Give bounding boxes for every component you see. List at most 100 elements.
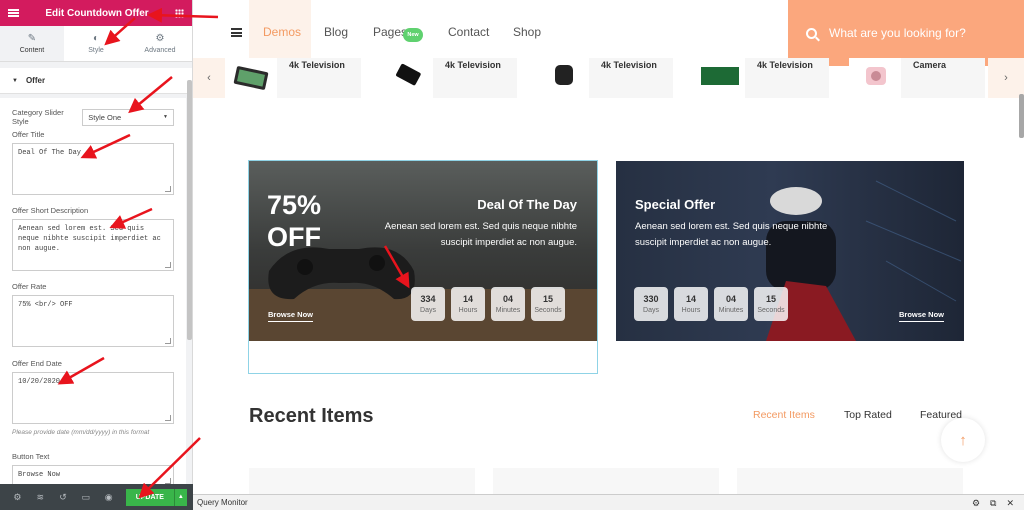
search-placeholder: What are you looking for? (829, 26, 966, 40)
offer-short-description-label: Offer Short Description (12, 206, 89, 215)
countdown-value: 04 (725, 294, 736, 304)
nav-demos[interactable]: Demos (263, 25, 301, 39)
browse-now-link[interactable]: Browse Now (898, 310, 944, 322)
nav-contact[interactable]: Contact (448, 25, 489, 39)
countdown-label: Hours (458, 307, 478, 314)
chevron-down-icon: ▼ (163, 114, 168, 120)
countdown-label: Days (643, 307, 659, 314)
layers-icon[interactable]: ≋ (29, 492, 52, 503)
banner-title: Deal Of The Day (477, 197, 577, 212)
countdown-value: 334 (420, 294, 436, 304)
offer-short-description-field[interactable]: Aenean sed lorem est. Sed quis neque nib… (12, 219, 174, 271)
page-scrollbar[interactable] (1019, 94, 1024, 138)
tab-top-rated[interactable]: Top Rated (844, 409, 892, 421)
widgets-grid-icon[interactable] (174, 8, 184, 18)
gear-icon[interactable]: ⚙ (972, 498, 980, 509)
banner-description: Aenean sed lorem est. Sed quis neque nib… (385, 219, 577, 251)
settings-icon[interactable]: ⚙ (6, 492, 29, 503)
update-options-caret[interactable]: ▲ (173, 488, 187, 506)
camera-image (849, 58, 901, 98)
category-name: 4k Television (445, 60, 501, 70)
update-button[interactable]: UPDATE (126, 488, 174, 506)
slider-prev-arrow[interactable]: ‹ (193, 58, 225, 98)
tab-style[interactable]: ◐ Style (64, 26, 128, 61)
popout-icon[interactable]: ⧉ (990, 498, 996, 509)
offer-rate-field[interactable]: 75% <br/> OFF (12, 295, 174, 347)
countdown-value: 04 (502, 294, 513, 304)
preview-eye-icon[interactable]: ◉ (97, 492, 120, 503)
responsive-icon[interactable]: ▭ (74, 492, 97, 503)
nav-blog[interactable]: Blog (324, 25, 348, 39)
television-image (693, 58, 745, 98)
tab-advanced[interactable]: ⚙ Advanced (128, 26, 192, 61)
offer-rate-label: Offer Rate (12, 282, 47, 291)
button-text-field[interactable]: Browse Now (12, 465, 174, 484)
countdown-days: 330 Days (634, 287, 668, 321)
arrow-up-icon: ↑ (959, 431, 967, 449)
special-offer-banner: Special Offer Aenean sed lorem est. Sed … (616, 161, 964, 341)
site-header: Demos Blog Pages New Contact Shop What a… (193, 0, 1024, 66)
banner-description-line1: Aenean sed lorem est. Sed quis neque nib… (384, 221, 577, 232)
search-icon (806, 27, 817, 39)
tab-advanced-label: Advanced (144, 47, 176, 54)
countdown-value: 330 (643, 294, 659, 304)
offer-title-field[interactable]: Deal Of The Day (12, 143, 174, 195)
search-input[interactable]: What are you looking for? (788, 0, 1024, 66)
nav-shop[interactable]: Shop (513, 25, 541, 39)
category-slider-style-value: Style One (88, 112, 122, 122)
phone-image (381, 58, 433, 98)
recent-items-heading: Recent Items (249, 405, 374, 427)
product-card[interactable] (249, 468, 475, 494)
product-card[interactable] (493, 468, 719, 494)
tab-recent-items[interactable]: Recent Items (753, 409, 815, 421)
menu-icon[interactable] (8, 9, 19, 17)
editor-panel: Edit Countdown Offer ✎ Content ◐ Style ⚙… (0, 0, 193, 510)
countdown-label: Seconds (534, 307, 562, 314)
category-card[interactable]: 4k Television (225, 58, 361, 98)
category-card[interactable]: 4k Television (381, 58, 517, 98)
countdown-hours: 14 Hours (451, 287, 485, 321)
browse-now-link[interactable]: Browse Now (268, 310, 314, 322)
category-card[interactable]: Camera (849, 58, 985, 98)
tab-content-label: Content (19, 47, 45, 54)
countdown-minutes: 04 Minutes (714, 287, 748, 321)
countdown-label: Seconds (757, 307, 785, 314)
countdown-value: 15 (542, 294, 553, 304)
countdown-hours: 14 Hours (674, 287, 708, 321)
history-icon[interactable]: ↺ (52, 492, 75, 503)
scroll-to-top-button[interactable]: ↑ (941, 418, 985, 462)
query-monitor-label[interactable]: Query Monitor (197, 498, 248, 507)
speaker-image (537, 58, 589, 98)
panel-tabs: ✎ Content ◐ Style ⚙ Advanced (0, 26, 192, 62)
countdown-value: 15 (765, 294, 776, 304)
category-name: 4k Television (757, 60, 813, 70)
category-slider-style-control: Category Slider Style Style One ▼ (0, 104, 186, 126)
panel-scrollbar[interactable] (187, 80, 192, 340)
offer-end-date-field[interactable]: 10/20/2020 (12, 372, 174, 424)
section-offer-label: Offer (25, 76, 46, 85)
banner-title: Special Offer (635, 197, 716, 212)
tablet-image (225, 58, 277, 98)
countdown-label: Minutes (718, 307, 744, 314)
category-card[interactable]: 4k Television (693, 58, 829, 98)
countdown-label: Days (420, 307, 436, 314)
countdown-timer: 334 Days 14 Hours 04 Minutes 15 Seconds (411, 287, 565, 321)
category-slider: ‹ 4k Television 4k Television 4k Televis… (193, 58, 1024, 98)
category-card[interactable]: 4k Television (537, 58, 673, 98)
category-slider-style-select[interactable]: Style One ▼ (82, 108, 174, 126)
panel-body: Category Slider Style Style One ▼ Offer … (0, 98, 186, 484)
slider-next-arrow[interactable]: › (988, 58, 1024, 98)
close-icon[interactable]: ✕ (1006, 498, 1014, 509)
offer-rate-line1: 75% (267, 190, 322, 220)
tab-content[interactable]: ✎ Content (0, 26, 64, 61)
tab-style-label: Style (88, 47, 104, 54)
hamburger-icon[interactable] (231, 28, 242, 37)
section-offer-header[interactable]: ▼ Offer (0, 68, 192, 94)
countdown-label: Hours (681, 307, 701, 314)
banner-description-line2: suscipit imperdiet ac non augue. (635, 237, 772, 248)
product-card[interactable] (737, 468, 963, 494)
countdown-label: Minutes (495, 307, 521, 314)
banner-description-line1: Aenean sed lorem est. Sed quis neque nib… (635, 221, 828, 232)
countdown-seconds: 15 Seconds (754, 287, 788, 321)
nav-pages[interactable]: Pages (373, 25, 407, 39)
